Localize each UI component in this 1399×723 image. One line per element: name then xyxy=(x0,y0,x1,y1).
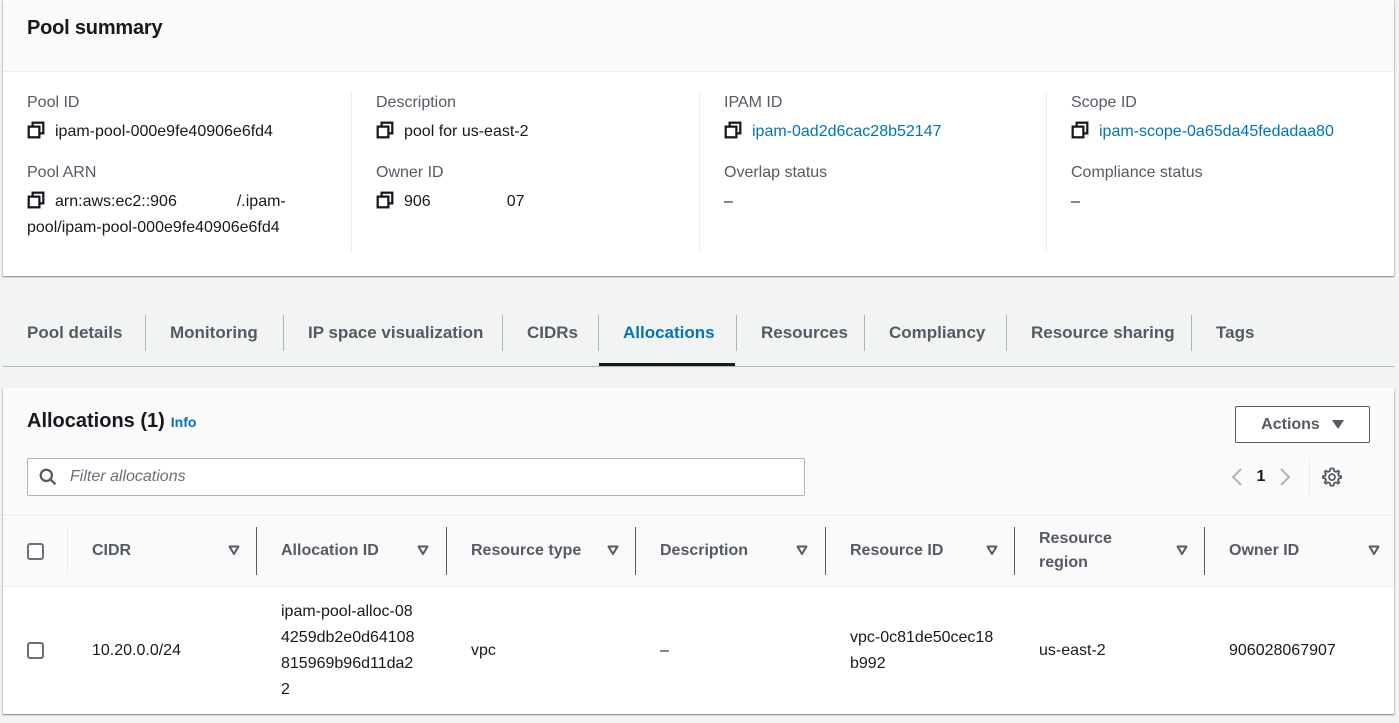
actions-button-label: Actions xyxy=(1261,415,1320,433)
copy-icon[interactable] xyxy=(724,121,742,139)
pool-arn-value-line2: pool/ipam-pool-000e9fe40906e6fd4 xyxy=(27,219,280,236)
table-row: 10.20.0.0/24 ipam-pool-alloc-084259db2e0… xyxy=(3,588,1394,714)
pagination: 1 xyxy=(1227,460,1342,494)
column-header-owner-id[interactable]: Owner ID xyxy=(1204,527,1394,575)
actions-button[interactable]: Actions xyxy=(1235,406,1370,443)
info-link[interactable]: Info xyxy=(171,414,197,430)
cell-resource-type: vpc xyxy=(471,642,496,659)
owner-id-value-end: 07 xyxy=(506,193,525,210)
copy-icon[interactable] xyxy=(1071,121,1089,139)
gear-icon[interactable] xyxy=(1322,467,1342,487)
owner-id-field: Owner ID 906 07 xyxy=(376,162,699,215)
search-icon xyxy=(39,468,57,486)
scope-id-field: Scope ID ipam-scope-0a65da45fedadaa80 xyxy=(1071,92,1394,145)
overlap-status-field: Overlap status – xyxy=(724,162,1047,215)
pool-summary-panel: Pool summary Pool ID ipam-pool-000e9fe40… xyxy=(3,0,1394,276)
row-checkbox[interactable] xyxy=(27,642,44,659)
summary-column-4: Scope ID ipam-scope-0a65da45fedadaa80 Co… xyxy=(1046,92,1394,252)
tab-cidrs[interactable]: CIDRs xyxy=(502,315,602,351)
pool-arn-label: Pool ARN xyxy=(27,164,97,181)
caret-down-icon xyxy=(1331,420,1344,429)
cell-description: – xyxy=(660,642,669,659)
sort-icon[interactable] xyxy=(1176,544,1188,556)
summary-column-2: Description pool for us-east-2 Owner ID … xyxy=(351,92,699,252)
cell-resource-id-link[interactable]: vpc-0c81de50cec18b992 xyxy=(850,588,994,714)
tab-allocations[interactable]: Allocations xyxy=(598,315,739,351)
tab-ip-space-visualization[interactable]: IP space visualization xyxy=(283,315,507,351)
owner-id-label: Owner ID xyxy=(376,164,444,181)
chevron-left-icon xyxy=(1231,468,1242,486)
pool-id-field: Pool ID ipam-pool-000e9fe40906e6fd4 xyxy=(27,92,351,145)
allocations-title: Allocations (1) xyxy=(27,410,165,432)
pager-divider xyxy=(1309,460,1310,494)
pool-tabs: Pool details Monitoring IP space visuali… xyxy=(3,300,1394,367)
scope-id-link[interactable]: ipam-scope-0a65da45fedadaa80 xyxy=(1099,123,1334,140)
column-header-resource-type[interactable]: Resource type xyxy=(446,527,635,575)
copy-icon[interactable] xyxy=(27,191,45,209)
filter-allocations-input[interactable] xyxy=(68,467,768,487)
cell-resource-region: us-east-2 xyxy=(1039,642,1106,659)
pool-arn-value-end: /.ipam- xyxy=(236,193,286,210)
column-header-cidr[interactable]: CIDR xyxy=(67,527,256,575)
overlap-status-value: – xyxy=(724,193,733,210)
column-header-allocation-id[interactable]: Allocation ID xyxy=(256,527,445,575)
allocations-header: Allocations (1) Info Actions 1 xyxy=(3,388,1394,516)
pool-id-value: ipam-pool-000e9fe40906e6fd4 xyxy=(55,123,273,140)
compliance-status-value: – xyxy=(1071,193,1080,210)
compliance-status-field: Compliance status – xyxy=(1071,162,1394,215)
chevron-right-icon xyxy=(1280,468,1291,486)
overlap-status-label: Overlap status xyxy=(724,164,828,181)
current-page[interactable]: 1 xyxy=(1247,468,1275,486)
cell-allocation-id: ipam-pool-alloc-084259db2e0d64108815969b… xyxy=(281,603,415,698)
pool-summary-grid: Pool ID ipam-pool-000e9fe40906e6fd4 Pool… xyxy=(3,92,1394,252)
owner-id-value-start: 906 xyxy=(404,193,431,210)
tab-compliancy[interactable]: Compliancy xyxy=(864,315,1009,351)
column-header-resource-id[interactable]: Resource ID xyxy=(825,527,1014,575)
ipam-id-label: IPAM ID xyxy=(724,94,783,111)
tab-resource-sharing[interactable]: Resource sharing xyxy=(1006,315,1199,351)
cell-cidr: 10.20.0.0/24 xyxy=(92,642,181,659)
pool-arn-value-start: arn:aws:ec2::906 xyxy=(55,193,177,210)
pool-id-label: Pool ID xyxy=(27,94,80,111)
copy-icon[interactable] xyxy=(27,121,45,139)
scope-id-label: Scope ID xyxy=(1071,94,1137,111)
previous-page-button[interactable] xyxy=(1227,465,1247,489)
description-field: Description pool for us-east-2 xyxy=(376,92,699,145)
sort-icon[interactable] xyxy=(1368,544,1380,556)
sort-icon[interactable] xyxy=(607,544,619,556)
ipam-id-link[interactable]: ipam-0ad2d6cac28b52147 xyxy=(752,123,941,140)
sort-icon[interactable] xyxy=(796,544,808,556)
sort-icon[interactable] xyxy=(986,544,998,556)
copy-icon[interactable] xyxy=(376,121,394,139)
tab-pool-details[interactable]: Pool details xyxy=(3,315,146,351)
description-label: Description xyxy=(376,94,457,111)
pool-summary-title: Pool summary xyxy=(27,17,163,39)
tab-resources[interactable]: Resources xyxy=(736,315,872,351)
cell-owner-id: 906028067907 xyxy=(1229,642,1336,659)
copy-icon[interactable] xyxy=(376,191,394,209)
summary-column-1: Pool ID ipam-pool-000e9fe40906e6fd4 Pool… xyxy=(3,92,351,252)
column-header-description[interactable]: Description xyxy=(635,527,824,575)
pool-summary-header: Pool summary xyxy=(3,0,1394,72)
compliance-status-label: Compliance status xyxy=(1071,164,1203,181)
sort-icon[interactable] xyxy=(417,544,429,556)
select-all-checkbox[interactable] xyxy=(27,543,44,560)
allocations-container: Allocations (1) Info Actions 1 xyxy=(3,388,1394,714)
ipam-id-field: IPAM ID ipam-0ad2d6cac28b52147 xyxy=(724,92,1047,145)
summary-column-3: IPAM ID ipam-0ad2d6cac28b52147 Overlap s… xyxy=(699,92,1047,252)
tab-tags[interactable]: Tags xyxy=(1191,315,1278,351)
filter-allocations-field[interactable] xyxy=(27,458,805,496)
tab-monitoring[interactable]: Monitoring xyxy=(145,315,282,351)
active-tab-indicator xyxy=(599,363,735,366)
column-header-resource-region[interactable]: Resource region xyxy=(1014,527,1204,575)
pool-arn-field: Pool ARN arn:aws:ec2::906 /.ipam- pool/ip… xyxy=(27,162,351,241)
sort-icon[interactable] xyxy=(228,544,240,556)
next-page-button[interactable] xyxy=(1275,465,1295,489)
allocations-table-header: CIDR Allocation ID Resource type Descrip… xyxy=(3,517,1394,587)
description-value: pool for us-east-2 xyxy=(404,123,529,140)
